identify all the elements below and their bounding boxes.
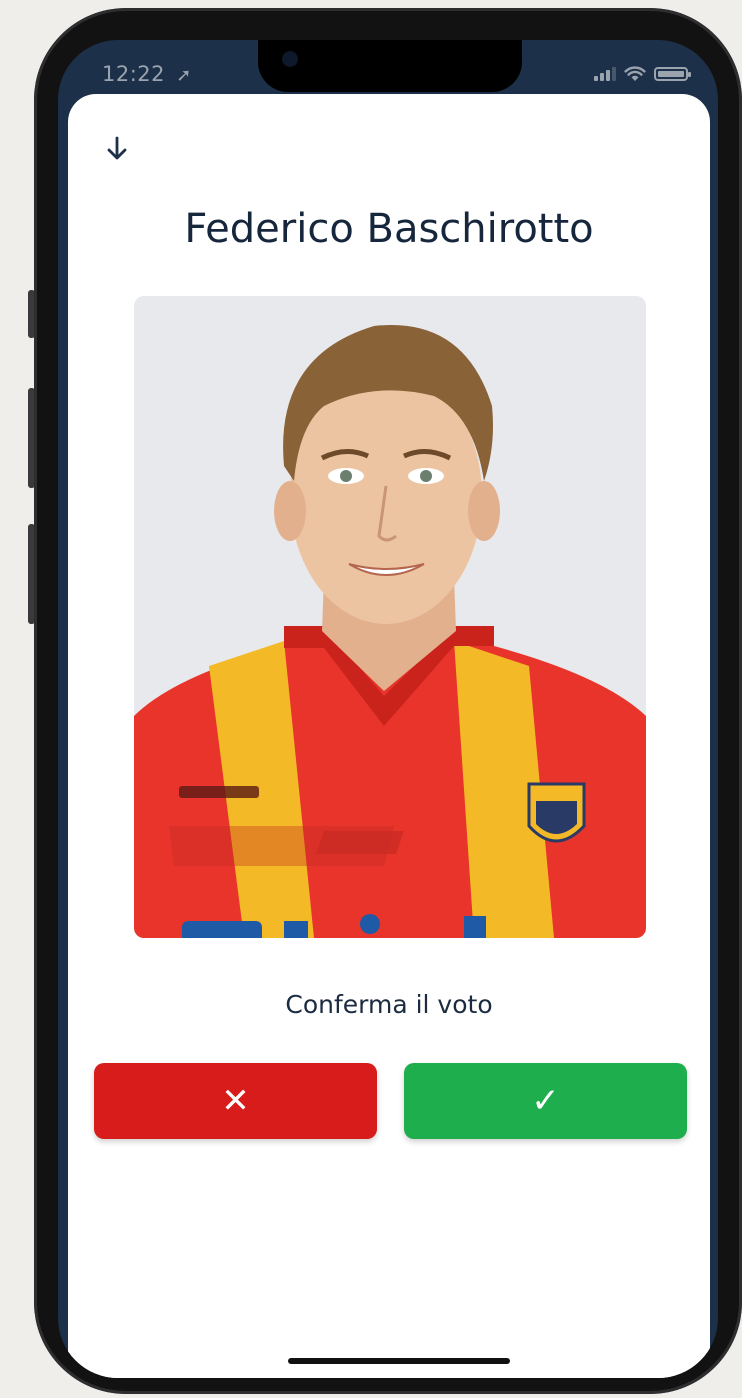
confirm-vote-button[interactable]: ✓ xyxy=(404,1063,687,1139)
bottom-panel xyxy=(68,1176,710,1378)
arrow-down-icon[interactable] xyxy=(102,134,132,164)
cellular-signal-icon xyxy=(594,67,616,81)
player-photo-illustration xyxy=(134,325,646,938)
status-time: 12:22 ➚ xyxy=(102,62,192,86)
wifi-icon xyxy=(624,66,646,81)
notch xyxy=(258,40,522,92)
reject-vote-button[interactable]: ✕ xyxy=(94,1063,377,1139)
battery-icon xyxy=(654,67,691,81)
status-icons xyxy=(594,66,691,82)
player-name: Federico Baschirotto xyxy=(184,206,594,252)
home-indicator[interactable] xyxy=(288,1358,510,1364)
status-time-text: 12:22 xyxy=(102,62,166,86)
location-arrow-icon: ➚ xyxy=(176,65,192,86)
checkmark-icon: ✓ xyxy=(531,1081,560,1121)
player-photo xyxy=(134,296,646,938)
phone-screen: 12:22 ➚ Federico Baschirotto Conferma il… xyxy=(58,40,718,1378)
front-camera xyxy=(284,53,296,65)
vote-sheet: Federico Baschirotto Conferma il voto ✕ … xyxy=(68,94,710,1378)
close-icon: ✕ xyxy=(221,1081,250,1121)
confirm-vote-label: Conferma il voto xyxy=(285,990,493,1019)
